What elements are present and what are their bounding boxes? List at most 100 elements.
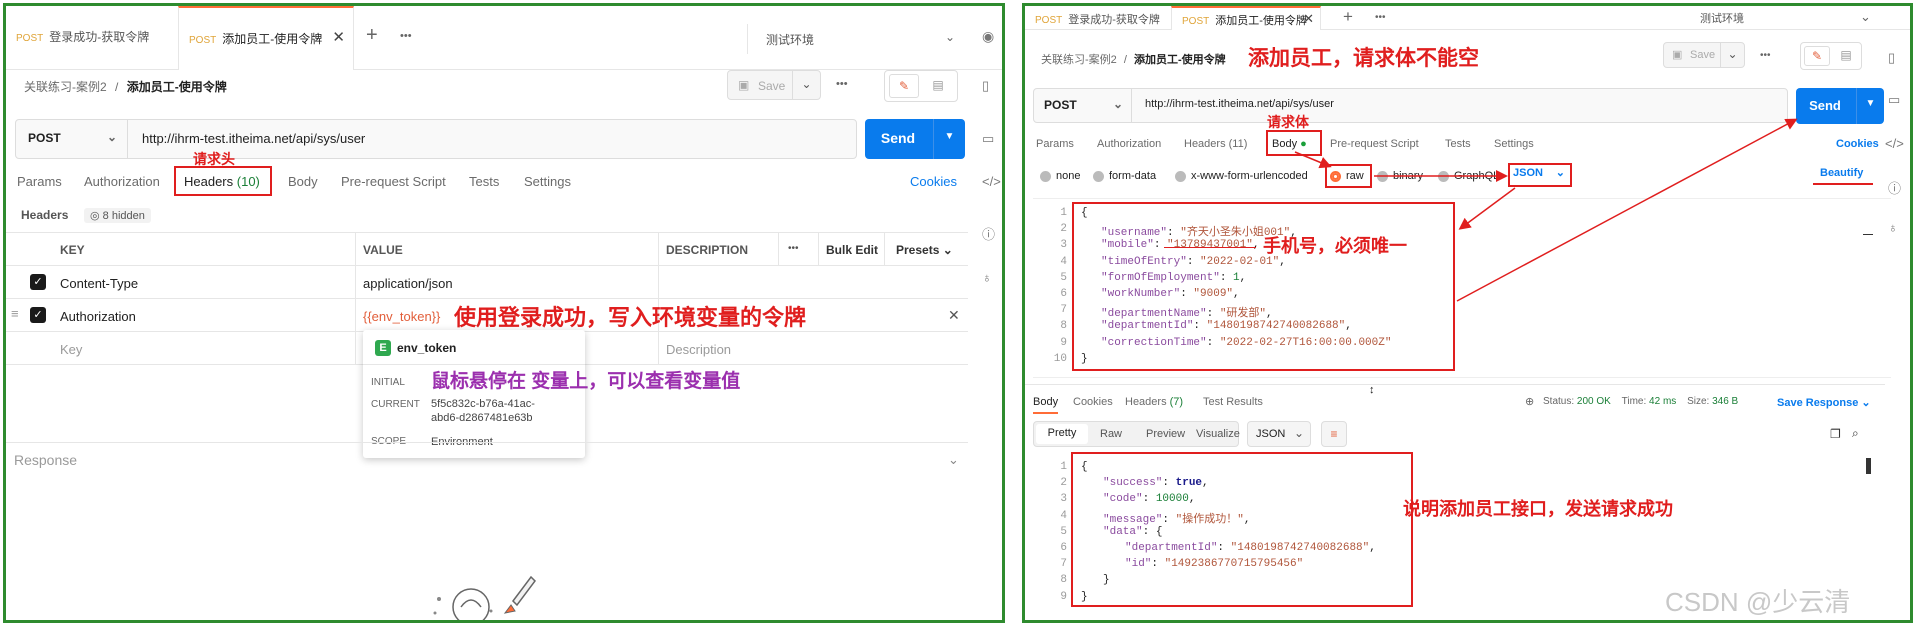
- line-number: 4: [1060, 509, 1067, 522]
- comments-icon[interactable]: ▭: [982, 131, 994, 147]
- table-border: [778, 232, 779, 265]
- hidden-count: 8 hidden: [102, 210, 145, 222]
- bulk-edit-button[interactable]: Bulk Edit: [826, 243, 878, 257]
- drag-handle-icon[interactable]: ≡: [11, 306, 19, 321]
- response-tab-cookies[interactable]: Cookies: [1073, 396, 1113, 408]
- save-response-button[interactable]: Save Response ⌄: [1777, 396, 1871, 409]
- header-key-cell[interactable]: Content-Type: [60, 276, 138, 291]
- header-value-cell[interactable]: {{env_token}}: [363, 309, 440, 324]
- line-number: 1: [1060, 461, 1067, 473]
- response-tab-headers[interactable]: Headers (7): [1125, 396, 1183, 408]
- resize-handle-icon[interactable]: ↕: [1369, 384, 1375, 396]
- send-button[interactable]: Send ▼: [865, 119, 965, 159]
- header-key-cell[interactable]: Authorization: [60, 309, 136, 324]
- hidden-headers-toggle[interactable]: ◎ 8 hidden: [84, 208, 151, 223]
- line-number: 2: [1060, 477, 1067, 490]
- delete-row-icon[interactable]: ✕: [948, 307, 960, 324]
- size-value: 346 B: [1712, 396, 1739, 407]
- header-value-cell[interactable]: application/json: [363, 276, 453, 291]
- more-tabs-icon[interactable]: •••: [400, 30, 412, 42]
- response-divider: [6, 442, 968, 443]
- time-label: Time:: [1621, 396, 1647, 407]
- tab-body[interactable]: Body: [288, 174, 318, 189]
- lightbulb-icon[interactable]: ♁: [982, 270, 992, 285]
- url-bar: POST ⌄ http://ihrm-test.itheima.net/api/…: [15, 119, 857, 159]
- table-border: [884, 232, 885, 265]
- method-selector[interactable]: POST ⌄: [16, 120, 128, 158]
- cookies-link[interactable]: Cookies: [910, 174, 957, 189]
- breadcrumb-separator: /: [115, 80, 119, 94]
- headers-section-label: Headers: [21, 208, 69, 222]
- more-options-icon[interactable]: •••: [836, 78, 848, 90]
- row-enabled-checkbox[interactable]: ✓: [30, 274, 46, 290]
- tab-prerequest-script[interactable]: Pre-request Script: [341, 174, 446, 189]
- tab-authorization[interactable]: Authorization: [84, 174, 160, 189]
- tab-method: POST: [189, 35, 217, 46]
- tab-add-employee[interactable]: POST 添加员工-使用令牌 ✕: [178, 6, 354, 70]
- annotation-headers-note: 请求头: [193, 151, 235, 167]
- annotation-box-headers: [174, 166, 272, 196]
- save-label: Save: [758, 79, 786, 93]
- save-icon: ▣: [738, 78, 750, 92]
- table-border: [6, 265, 968, 266]
- wrap-lines-icon[interactable]: ≡: [1321, 421, 1347, 447]
- save-button[interactable]: ▣ Save ⌄: [727, 70, 821, 100]
- chevron-down-icon[interactable]: ⌄: [948, 452, 959, 468]
- annotation-box-response-body: [1071, 452, 1413, 607]
- send-label: Send: [880, 130, 916, 146]
- breadcrumb-request: 添加员工-使用令牌: [126, 80, 227, 94]
- documentation-icon[interactable]: ▯: [982, 78, 989, 94]
- tab-tests[interactable]: Tests: [469, 174, 499, 189]
- view-visualize[interactable]: Visualize: [1196, 428, 1240, 440]
- copy-icon[interactable]: ❐: [1830, 427, 1841, 441]
- right-screenshot-panel: POST 登录成功-获取令牌 POST 添加员工-使用令牌 ✕ + ••• 测试环境…: [1022, 3, 1913, 623]
- column-options-icon[interactable]: •••: [788, 243, 799, 254]
- search-icon[interactable]: ⌕: [1852, 426, 1859, 441]
- response-format-selector[interactable]: JSON ⌄: [1247, 421, 1311, 447]
- close-tab-icon[interactable]: ✕: [332, 28, 345, 46]
- new-description-input[interactable]: Description: [666, 342, 731, 357]
- table-border: [818, 232, 819, 265]
- tab-params[interactable]: Params: [17, 174, 62, 189]
- table-border: [658, 232, 659, 364]
- chevron-down-icon[interactable]: ▼: [933, 119, 965, 159]
- environment-selector[interactable]: 测试环境 ⌄: [747, 24, 967, 54]
- tab-settings[interactable]: Settings: [524, 174, 571, 189]
- size-label: Size:: [1687, 396, 1710, 407]
- scrollbar-thumb[interactable]: [1866, 458, 1871, 474]
- response-tab-body[interactable]: Body: [1033, 396, 1059, 414]
- info-icon[interactable]: ⓘ: [982, 224, 995, 243]
- presets-dropdown[interactable]: Presets ⌄: [896, 243, 953, 257]
- globe-icon[interactable]: ⊕: [1525, 395, 1534, 408]
- initial-value-label: INITIAL: [371, 377, 405, 388]
- line-number: 5: [1060, 525, 1067, 538]
- comment-icon[interactable]: ▤: [923, 74, 953, 98]
- edit-view-toggle[interactable]: ✎ ▤: [884, 70, 958, 102]
- view-pretty[interactable]: Pretty: [1036, 424, 1088, 444]
- chevron-down-icon[interactable]: ⌄: [792, 71, 820, 99]
- pane-divider: [1025, 384, 1885, 385]
- new-key-input[interactable]: Key: [60, 342, 82, 357]
- eye-icon[interactable]: ◉: [982, 28, 994, 45]
- current-value-line2: abd6-d2867481e63b: [431, 412, 533, 424]
- breadcrumb-collection[interactable]: 关联练习-案例2: [24, 80, 107, 94]
- tab-login[interactable]: POST 登录成功-获取令牌: [6, 6, 178, 70]
- response-headers-label: Headers: [1125, 396, 1167, 408]
- url-input[interactable]: http://ihrm-test.itheima.net/api/sys/use…: [142, 131, 365, 146]
- row-enabled-checkbox[interactable]: ✓: [30, 307, 46, 323]
- line-number: 3: [1060, 493, 1067, 506]
- variable-tooltip: E env_token INITIAL CURRENT 5f5c832c-b76…: [363, 330, 585, 458]
- new-tab-icon[interactable]: +: [366, 24, 378, 47]
- code-icon[interactable]: </>: [982, 174, 1001, 189]
- pencil-icon[interactable]: ✎: [889, 74, 919, 98]
- tab-title: 登录成功-获取令牌: [49, 30, 150, 44]
- status-label: Status:: [1543, 396, 1575, 407]
- view-raw[interactable]: Raw: [1100, 428, 1122, 440]
- current-value-line1: 5f5c832c-b76a-41ac-: [431, 398, 535, 410]
- column-header-description: DESCRIPTION: [666, 243, 749, 257]
- view-preview[interactable]: Preview: [1146, 428, 1185, 440]
- response-tab-test-results[interactable]: Test Results: [1203, 396, 1263, 408]
- view-mode-segmented: Pretty Raw Preview Visualize: [1033, 421, 1240, 447]
- annotation-success-note: 说明添加员工接口，发送请求成功: [1403, 499, 1673, 519]
- tab-title: 添加员工-使用令牌: [222, 32, 323, 46]
